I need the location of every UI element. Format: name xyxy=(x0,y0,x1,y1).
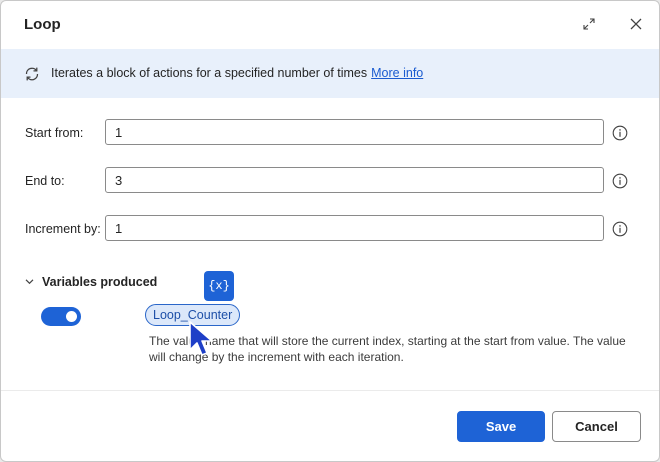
banner-text: Iterates a block of actions for a specif… xyxy=(51,66,423,80)
increment-by-input[interactable] xyxy=(105,215,604,241)
cancel-button[interactable]: Cancel xyxy=(552,411,641,442)
start-from-info-icon[interactable] xyxy=(612,125,628,141)
footer-divider xyxy=(1,390,659,391)
expand-icon[interactable] xyxy=(578,13,600,35)
start-from-input[interactable] xyxy=(105,119,604,145)
variable-description: The value name that will store the curre… xyxy=(149,334,626,364)
start-from-label: Start from: xyxy=(25,126,84,140)
dialog-titlebar: Loop xyxy=(1,1,659,49)
end-to-info-icon[interactable] xyxy=(612,173,628,189)
save-button[interactable]: Save xyxy=(457,411,545,442)
variable-picker-button[interactable]: {x} xyxy=(204,271,234,301)
info-banner: Iterates a block of actions for a specif… xyxy=(1,49,659,98)
dialog-title: Loop xyxy=(24,16,61,33)
variables-produced-title: Variables produced xyxy=(42,275,158,289)
banner-description: Iterates a block of actions for a specif… xyxy=(51,66,368,80)
end-to-label: End to: xyxy=(25,174,65,188)
loop-dialog: Loop Iterates a block of actions for a s… xyxy=(0,0,660,462)
end-to-input[interactable] xyxy=(105,167,604,193)
toggle-knob xyxy=(66,311,77,322)
produce-variable-toggle[interactable] xyxy=(41,307,81,326)
more-info-link[interactable]: More info xyxy=(371,66,423,80)
close-icon[interactable] xyxy=(625,13,647,35)
variables-produced-toggle-header[interactable]: Variables produced xyxy=(25,274,157,290)
increment-by-info-icon[interactable] xyxy=(612,221,628,237)
chevron-down-icon xyxy=(25,273,34,291)
increment-by-label: Increment by: xyxy=(25,222,101,236)
loop-arrows-icon xyxy=(23,65,41,83)
mouse-pointer-icon xyxy=(188,320,216,360)
